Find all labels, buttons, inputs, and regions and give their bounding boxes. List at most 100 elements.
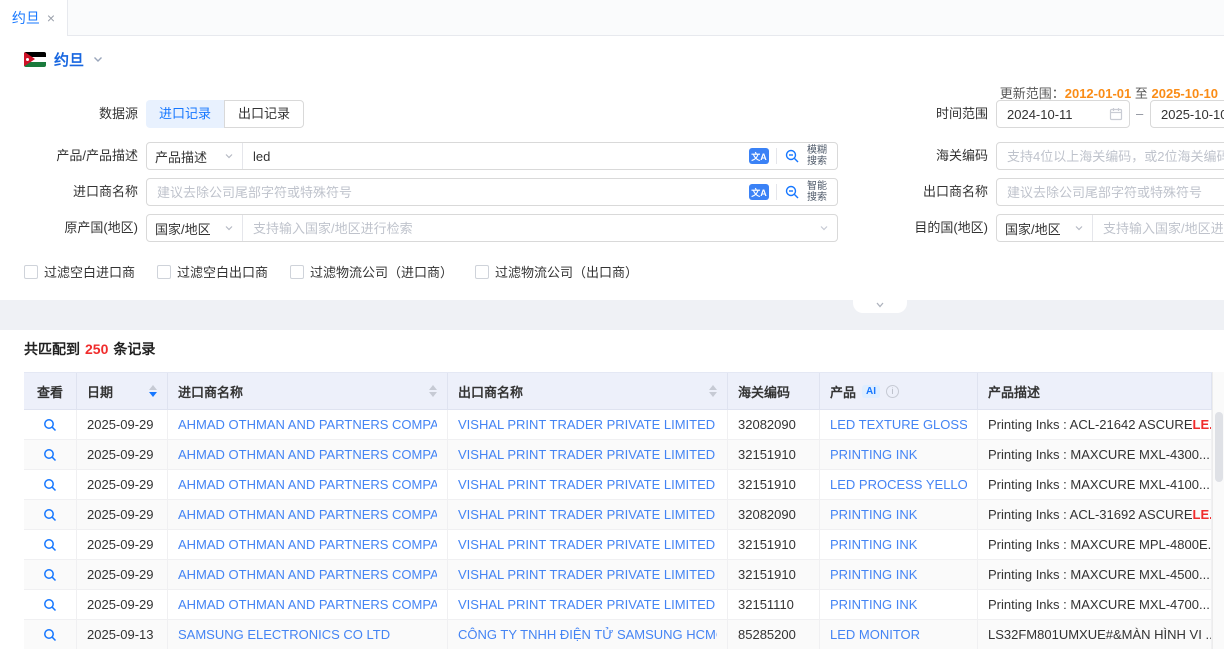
- translate-icon[interactable]: 文A: [749, 184, 769, 200]
- fuzzy-search-icon[interactable]: [784, 148, 800, 164]
- checkbox-icon[interactable]: [157, 265, 171, 279]
- update-range-end: 2025-10-10: [1152, 86, 1219, 101]
- checkbox-label: 过滤物流公司（进口商）: [310, 262, 453, 281]
- view-magnifier-icon[interactable]: [43, 418, 57, 432]
- description-cell: Printing Inks : MAXCURE MXL-4300...: [978, 440, 1212, 470]
- chevron-down-icon: [224, 223, 234, 233]
- importer-link[interactable]: AHMAD OTHMAN AND PARTNERS COMPA...: [178, 477, 437, 492]
- exporter-link[interactable]: VISHAL PRINT TRADER PRIVATE LIMITED: [458, 597, 715, 612]
- importer-input[interactable]: [147, 179, 749, 205]
- exporter-link[interactable]: VISHAL PRINT TRADER PRIVATE LIMITED: [458, 567, 715, 582]
- product-link[interactable]: LED MONITOR: [830, 627, 920, 642]
- importer-link[interactable]: AHMAD OTHMAN AND PARTNERS COMPA...: [178, 567, 437, 582]
- destination-country-select[interactable]: 国家/地区: [997, 215, 1093, 241]
- info-icon[interactable]: i: [886, 385, 899, 398]
- col-importer[interactable]: 进口商名称: [168, 373, 448, 410]
- table-row: 2025-09-29 AHMAD OTHMAN AND PARTNERS COM…: [24, 530, 1212, 560]
- view-magnifier-icon[interactable]: [43, 538, 57, 552]
- exporter-link[interactable]: VISHAL PRINT TRADER PRIVATE LIMITED: [458, 507, 715, 522]
- origin-country-input[interactable]: [243, 215, 819, 241]
- country-selector[interactable]: 约旦: [24, 50, 104, 68]
- importer-link[interactable]: AHMAD OTHMAN AND PARTNERS COMPA...: [178, 417, 437, 432]
- product-search-input[interactable]: [243, 143, 749, 169]
- view-magnifier-icon[interactable]: [43, 478, 57, 492]
- view-magnifier-icon[interactable]: [43, 598, 57, 612]
- col-hs-code: 海关编码: [728, 373, 820, 410]
- update-range-start: 2012-01-01: [1065, 86, 1132, 101]
- origin-country-select[interactable]: 国家/地区: [147, 215, 243, 241]
- panel-gap: [0, 300, 1224, 330]
- product-type-select[interactable]: 产品描述: [147, 143, 243, 169]
- col-date[interactable]: 日期: [77, 373, 168, 410]
- table-row: 2025-09-29 AHMAD OTHMAN AND PARTNERS COM…: [24, 440, 1212, 470]
- scrollbar-thumb[interactable]: [1215, 412, 1223, 482]
- destination-country-input[interactable]: [1093, 215, 1224, 241]
- table-row: 2025-09-29 AHMAD OTHMAN AND PARTNERS COM…: [24, 590, 1212, 620]
- product-link[interactable]: PRINTING INK: [830, 537, 917, 552]
- view-magnifier-icon[interactable]: [43, 568, 57, 582]
- checkbox-filter-logistics-exporter[interactable]: 过滤物流公司（出口商）: [475, 262, 638, 281]
- view-magnifier-icon[interactable]: [43, 628, 57, 642]
- translate-icon[interactable]: 文A: [749, 148, 769, 164]
- hs-code-input[interactable]: [996, 142, 1224, 170]
- importer-link[interactable]: AHMAD OTHMAN AND PARTNERS COMPA...: [178, 507, 437, 522]
- date-start-input[interactable]: [997, 107, 1109, 122]
- col-exporter[interactable]: 出口商名称: [448, 373, 728, 410]
- checkbox-filter-blank-exporter[interactable]: 过滤空白出口商: [157, 262, 268, 281]
- date-cell: 2025-09-29: [77, 410, 168, 440]
- description-cell: Printing Inks : ACL-31692 ASCURE LE...: [978, 500, 1212, 530]
- product-link[interactable]: LED PROCESS YELLOW...: [830, 477, 967, 492]
- col-view: 查看: [24, 373, 77, 410]
- importer-link[interactable]: SAMSUNG ELECTRONICS CO LTD: [178, 627, 390, 642]
- time-range-label: 时间范围: [850, 100, 988, 128]
- origin-country-group: 国家/地区: [146, 214, 838, 242]
- vertical-scrollbar[interactable]: [1212, 372, 1224, 649]
- hs-code-cell: 32082090: [728, 500, 820, 530]
- hs-code-cell: 32151910: [728, 560, 820, 590]
- tab-import-records[interactable]: 进口记录: [146, 100, 224, 128]
- smart-search-icon[interactable]: [784, 184, 800, 200]
- tab-jordan[interactable]: 约旦 ×: [0, 0, 68, 36]
- product-link[interactable]: PRINTING INK: [830, 447, 917, 462]
- view-magnifier-icon[interactable]: [43, 448, 57, 462]
- product-link[interactable]: LED TEXTURE GLOSS ...: [830, 417, 967, 432]
- importer-link[interactable]: AHMAD OTHMAN AND PARTNERS COMPA...: [178, 597, 437, 612]
- importer-link[interactable]: AHMAD OTHMAN AND PARTNERS COMPA...: [178, 537, 437, 552]
- sort-icons-exporter[interactable]: [703, 385, 717, 397]
- product-link[interactable]: PRINTING INK: [830, 567, 917, 582]
- importer-link[interactable]: AHMAD OTHMAN AND PARTNERS COMPA...: [178, 447, 437, 462]
- checkbox-icon[interactable]: [24, 265, 38, 279]
- col-description: 产品描述: [978, 373, 1212, 410]
- data-source-toggle: 进口记录 出口记录: [146, 100, 304, 128]
- date-cell: 2025-09-29: [77, 470, 168, 500]
- filter-panel: 更新范围：2012-01-01 至 2025-10-10 数据源 进口记录 出口…: [0, 70, 1224, 300]
- sort-icons-importer[interactable]: [423, 385, 437, 397]
- checkbox-label: 过滤物流公司（出口商）: [495, 262, 638, 281]
- collapse-handle[interactable]: [853, 300, 907, 313]
- smart-search-label[interactable]: 智能搜索: [807, 181, 829, 203]
- exporter-input[interactable]: [996, 178, 1224, 206]
- exporter-link[interactable]: VISHAL PRINT TRADER PRIVATE LIMITED: [458, 417, 715, 432]
- destination-country-label: 目的国(地区): [850, 214, 988, 242]
- hs-code-label: 海关编码: [850, 142, 988, 170]
- exporter-link[interactable]: VISHAL PRINT TRADER PRIVATE LIMITED: [458, 447, 715, 462]
- checkbox-icon[interactable]: [475, 265, 489, 279]
- date-end-input[interactable]: [1151, 107, 1224, 122]
- checkbox-icon[interactable]: [290, 265, 304, 279]
- exporter-link[interactable]: CÔNG TY TNHH ĐIỆN TỬ SAMSUNG HCMC...: [458, 627, 717, 642]
- fuzzy-search-label[interactable]: 模糊搜索: [807, 145, 829, 167]
- importer-label: 进口商名称: [0, 178, 138, 206]
- exporter-link[interactable]: VISHAL PRINT TRADER PRIVATE LIMITED: [458, 477, 715, 492]
- product-link[interactable]: PRINTING INK: [830, 507, 917, 522]
- close-icon[interactable]: ×: [47, 11, 55, 25]
- date-end-field[interactable]: [1150, 100, 1224, 128]
- checkbox-filter-blank-importer[interactable]: 过滤空白进口商: [24, 262, 135, 281]
- tab-export-records[interactable]: 出口记录: [224, 100, 304, 128]
- date-start-field[interactable]: [996, 100, 1130, 128]
- exporter-link[interactable]: VISHAL PRINT TRADER PRIVATE LIMITED: [458, 537, 715, 552]
- checkbox-filter-logistics-importer[interactable]: 过滤物流公司（进口商）: [290, 262, 453, 281]
- sort-icons-date[interactable]: [143, 385, 157, 397]
- product-link[interactable]: PRINTING INK: [830, 597, 917, 612]
- date-range-separator: –: [1136, 100, 1143, 128]
- view-magnifier-icon[interactable]: [43, 508, 57, 522]
